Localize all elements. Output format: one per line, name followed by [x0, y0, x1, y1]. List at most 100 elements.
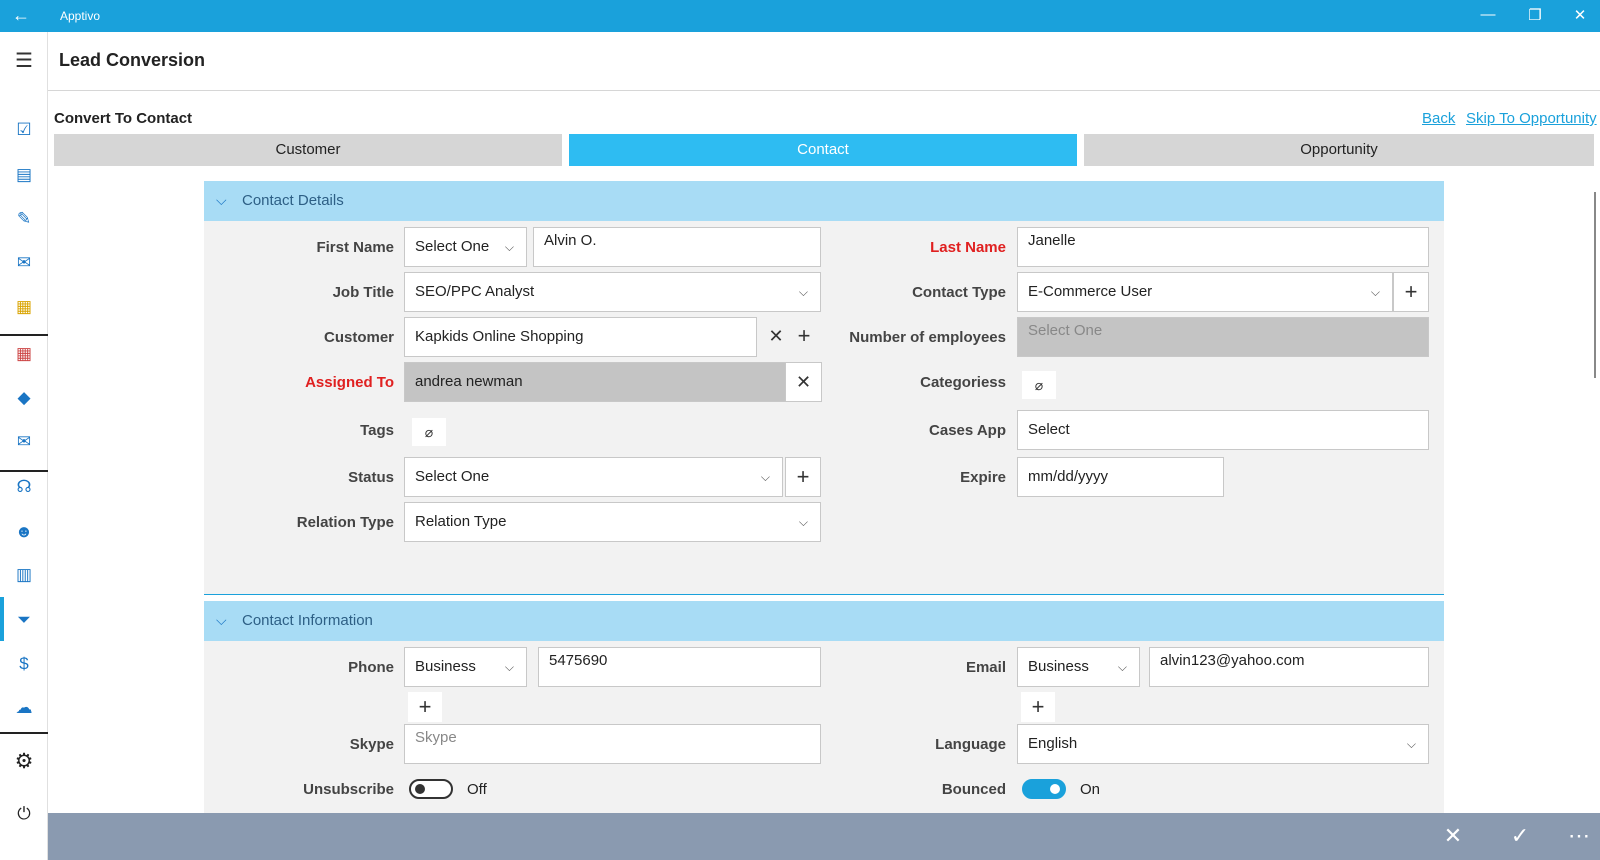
- unsubscribe-toggle[interactable]: [409, 779, 453, 799]
- tab-opportunity[interactable]: Opportunity: [1084, 134, 1594, 166]
- customer-label: Customer: [323, 329, 394, 346]
- contact-type-select[interactable]: E-Commerce User ⌵: [1017, 272, 1393, 312]
- restore-icon[interactable]: ❐: [1525, 6, 1545, 24]
- language-select[interactable]: English ⌵: [1017, 724, 1429, 764]
- sidebar-divider: [0, 334, 48, 336]
- chevron-down-icon[interactable]: ⌵: [216, 612, 227, 629]
- contact-information-header[interactable]: ⌵ Contact Information: [204, 601, 1444, 641]
- section-title: Contact Details: [242, 192, 344, 209]
- money-bag-icon[interactable]: $: [12, 652, 36, 676]
- relation-type-label: Relation Type: [296, 514, 394, 531]
- first-name-label: First Name: [316, 239, 394, 256]
- sidebar-divider: [0, 732, 48, 734]
- bounced-toggle[interactable]: [1022, 779, 1066, 799]
- pin-icon[interactable]: ✎: [12, 207, 36, 231]
- first-name-input[interactable]: Alvin O.: [533, 227, 821, 267]
- active-indicator: [0, 597, 4, 641]
- people-icon[interactable]: ☻: [12, 520, 36, 544]
- back-arrow-icon[interactable]: ←: [12, 5, 30, 26]
- status-value: Select One: [415, 468, 490, 485]
- num-employees-select[interactable]: Select One: [1017, 317, 1429, 357]
- support-headset-icon[interactable]: ☊: [12, 475, 36, 499]
- relation-type-select[interactable]: Relation Type ⌵: [404, 502, 821, 542]
- tab-contact[interactable]: Contact: [569, 134, 1077, 166]
- job-title-select[interactable]: SEO/PPC Analyst ⌵: [404, 272, 821, 312]
- chevron-down-icon: ⌵: [1117, 660, 1127, 674]
- bounced-state: On: [1080, 781, 1101, 798]
- contacts-card-icon[interactable]: ▤: [12, 163, 36, 187]
- email-input[interactable]: alvin123@yahoo.com: [1149, 647, 1429, 687]
- phone-type-value: Business: [415, 658, 476, 675]
- calculator-icon[interactable]: ▦: [12, 342, 36, 366]
- cancel-icon[interactable]: ✕: [1438, 823, 1468, 849]
- settings-gear-icon[interactable]: ⚙: [12, 750, 36, 774]
- campaign-mail-icon[interactable]: ✉: [12, 430, 36, 454]
- close-window-icon[interactable]: ✕: [1570, 6, 1590, 24]
- chevron-down-icon: ⌵: [504, 660, 514, 674]
- unsubscribe-state: Off: [467, 781, 487, 798]
- mail-icon[interactable]: ✉: [12, 251, 36, 275]
- phone-label: Phone: [348, 659, 394, 676]
- app-title: Apptivo: [60, 9, 101, 23]
- phone-type-select[interactable]: Business ⌵: [404, 647, 527, 687]
- email-label: Email: [965, 659, 1006, 676]
- chevron-down-icon: ⌵: [1370, 285, 1380, 299]
- bottom-command-bar: ✕ ✓ ⋯: [48, 813, 1600, 860]
- tab-customer[interactable]: Customer: [54, 134, 562, 166]
- job-title-value: SEO/PPC Analyst: [415, 283, 535, 300]
- tasks-icon[interactable]: ☑: [12, 118, 36, 142]
- chevron-down-icon: ⌵: [1406, 737, 1416, 751]
- relation-type-value: Relation Type: [415, 513, 507, 530]
- email-type-select[interactable]: Business ⌵: [1017, 647, 1140, 687]
- expire-label: Expire: [960, 469, 1006, 486]
- sidebar-divider: [0, 470, 48, 472]
- hamburger-menu-icon[interactable]: ☰: [12, 49, 36, 73]
- customer-input[interactable]: Kapkids Online Shopping: [404, 317, 757, 357]
- contact-details-panel: ⌵ Contact Details First Name Select One …: [204, 181, 1444, 595]
- notes-icon[interactable]: ▦: [12, 295, 36, 319]
- last-name-input[interactable]: Janelle: [1017, 227, 1429, 267]
- power-icon[interactable]: ⏻: [12, 802, 36, 826]
- tags-label: Tags: [360, 422, 394, 439]
- status-select[interactable]: Select One ⌵: [404, 457, 783, 497]
- page-header: Lead Conversion: [48, 32, 1600, 91]
- contact-details-header[interactable]: ⌵ Contact Details: [204, 181, 1444, 221]
- back-link[interactable]: Back: [1422, 110, 1455, 127]
- chevron-down-icon: ⌵: [504, 240, 514, 254]
- assigned-to-input[interactable]: andrea newman: [404, 362, 786, 402]
- cube-icon[interactable]: ◆: [12, 386, 36, 410]
- minimize-icon[interactable]: —: [1478, 6, 1498, 23]
- tag-icon[interactable]: ⌀: [412, 418, 446, 446]
- scrollbar-thumb[interactable]: [1594, 192, 1596, 378]
- phone-input[interactable]: 5475690: [538, 647, 821, 687]
- more-options-icon[interactable]: ⋯: [1564, 823, 1594, 849]
- language-value: English: [1028, 735, 1078, 752]
- page-title: Lead Conversion: [59, 50, 206, 70]
- buildings-icon[interactable]: ▥: [12, 563, 36, 587]
- chevron-down-icon[interactable]: ⌵: [216, 192, 227, 209]
- salutation-value: Select One: [415, 238, 490, 255]
- skip-to-opportunity-link[interactable]: Skip To Opportunity: [1466, 110, 1597, 127]
- title-bar: ← Apptivo — ❐ ✕: [0, 0, 1600, 32]
- toggle-knob: [415, 784, 425, 794]
- add-email-button[interactable]: +: [1021, 692, 1055, 722]
- add-contact-type-button[interactable]: +: [1393, 272, 1429, 312]
- add-phone-button[interactable]: +: [408, 692, 442, 722]
- cloud-icon[interactable]: ☁: [12, 696, 36, 720]
- skype-input[interactable]: Skype: [404, 724, 821, 764]
- email-type-value: Business: [1028, 658, 1089, 675]
- contact-type-label: Contact Type: [912, 284, 1006, 301]
- funnel-icon[interactable]: ⏷: [12, 608, 36, 632]
- chevron-down-icon: ⌵: [760, 470, 770, 484]
- assigned-to-label: Assigned To: [305, 374, 394, 391]
- expire-date-input[interactable]: mm/dd/yyyy: [1017, 457, 1224, 497]
- last-name-label: Last Name: [930, 239, 1006, 256]
- cases-app-select[interactable]: Select: [1017, 410, 1429, 450]
- save-check-icon[interactable]: ✓: [1505, 823, 1535, 849]
- categories-label: Categoriess: [920, 374, 1006, 391]
- unsubscribe-label: Unsubscribe: [303, 781, 394, 798]
- salutation-select[interactable]: Select One ⌵: [404, 227, 527, 267]
- category-tag-icon[interactable]: ⌀: [1022, 371, 1056, 399]
- num-employees-placeholder: Select One: [1028, 322, 1103, 339]
- num-employees-label: Number of employees: [849, 329, 1006, 346]
